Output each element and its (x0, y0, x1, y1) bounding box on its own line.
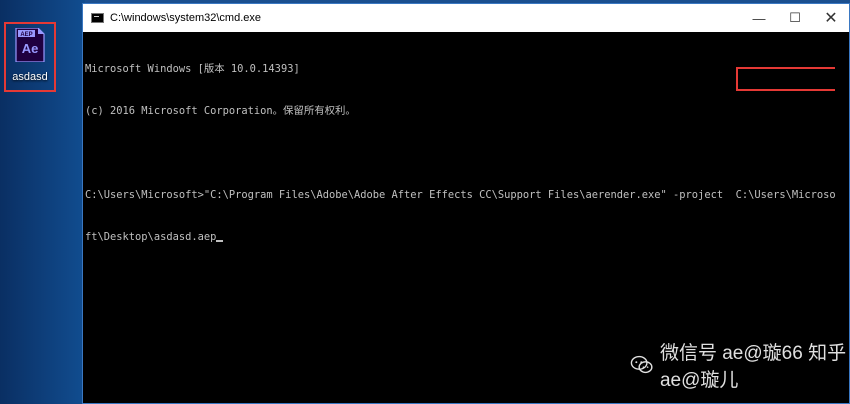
maximize-button[interactable]: ☐ (777, 4, 813, 32)
console-line: Microsoft Windows [版本 10.0.14393] (85, 63, 300, 75)
watermark: 微信号 ae@璇66 知乎 ae@璇儿 (630, 343, 850, 391)
window-title: C:\windows\system32\cmd.exe (110, 12, 261, 24)
console-line-with-cursor: ft\Desktop\asdasd.aep (85, 230, 849, 244)
cmd-app-icon (91, 13, 104, 23)
watermark-text: 微信号 ae@璇66 知乎 ae@璇儿 (659, 343, 847, 391)
window-controls: — ☐ ✕ (741, 4, 849, 32)
wechat-icon (630, 355, 653, 374)
console-line: (c) 2016 Microsoft Corporation。保留所有权利。 (85, 105, 356, 117)
console-line-text: ft\Desktop\asdasd.aep (85, 231, 217, 243)
desktop-icon-asdasd[interactable]: AEP Ae asdasd (4, 22, 56, 92)
title-bar[interactable]: C:\windows\system32\cmd.exe — ☐ ✕ (83, 4, 849, 32)
ae-glyph: Ae (22, 41, 39, 56)
close-button[interactable]: ✕ (813, 4, 849, 32)
console-line: C:\Users\Microsoft>"C:\Program Files\Ado… (85, 189, 836, 201)
aep-badge: AEP (20, 32, 32, 38)
text-cursor (216, 240, 224, 242)
console-output[interactable]: Microsoft Windows [版本 10.0.14393] (c) 20… (83, 32, 849, 272)
minimize-button[interactable]: — (741, 4, 777, 32)
after-effects-project-icon: AEP Ae (15, 28, 45, 62)
annotation-highlight-box (736, 67, 846, 91)
desktop-icon-label: asdasd (12, 71, 48, 83)
